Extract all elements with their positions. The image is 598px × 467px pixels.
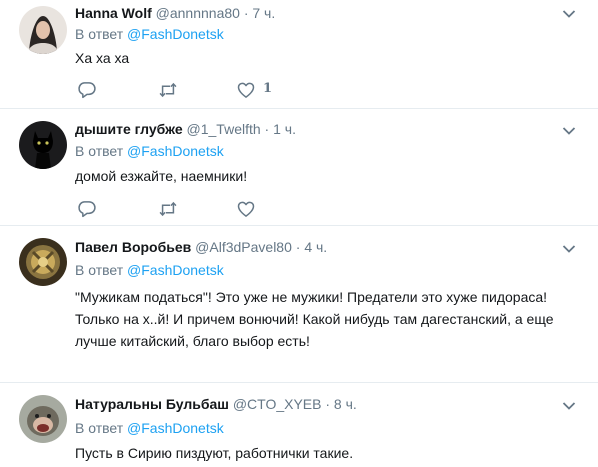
avatar[interactable] xyxy=(19,238,67,286)
tweet[interactable]: Павел Воробьев @Alf3dPavel80 · 4 ч. В от… xyxy=(0,226,598,382)
reply-prefix: В ответ xyxy=(75,143,124,159)
reply-prefix: В ответ xyxy=(75,262,124,278)
reply-context: В ответ @FashDonetsk xyxy=(75,419,224,437)
reply-context: В ответ @FashDonetsk xyxy=(75,261,224,279)
tweet-text: Пусть в Сирию пиздуют, работнички такие. xyxy=(75,445,354,461)
chevron-down-icon[interactable] xyxy=(562,9,576,19)
tweet-time[interactable]: · 1 ч. xyxy=(265,121,296,137)
reply-context: В ответ @FashDonetsk xyxy=(75,142,224,160)
avatar[interactable] xyxy=(19,6,67,54)
reply-to-link[interactable]: @FashDonetsk xyxy=(127,143,224,159)
chevron-down-icon[interactable] xyxy=(562,401,576,411)
chevron-down-icon[interactable] xyxy=(562,126,576,136)
reply-to-link[interactable]: @FashDonetsk xyxy=(127,26,224,42)
author-name[interactable]: Натуральны Бульбаш xyxy=(75,396,229,412)
tweet-text: "Мужикам податься"! Это уже не мужики! П… xyxy=(75,286,580,352)
tweet-time[interactable]: · 8 ч. xyxy=(325,396,356,412)
reply-icon[interactable] xyxy=(77,199,97,219)
tweet-text-line: лучше китайский, благо выбор есть! xyxy=(75,333,310,349)
tweet-text-line: Только на х..й! И причем вонючий! Какой … xyxy=(75,311,554,327)
author-handle[interactable]: @1_Twelfth xyxy=(187,121,261,137)
retweet-icon[interactable] xyxy=(158,199,178,219)
tweet-text: домой езжайте, наемники! xyxy=(75,168,248,184)
tweet-text-line: "Мужикам податься"! Это уже не мужики! П… xyxy=(75,289,548,305)
retweet-icon[interactable] xyxy=(158,80,178,100)
tweet[interactable]: Натуральны Бульбаш @CTO_XYEB · 8 ч. В от… xyxy=(0,383,598,467)
reply-icon[interactable] xyxy=(77,80,97,100)
author-handle[interactable]: @CTO_XYEB xyxy=(233,396,322,412)
reply-prefix: В ответ xyxy=(75,420,124,436)
chevron-down-icon[interactable] xyxy=(562,244,576,254)
reply-prefix: В ответ xyxy=(75,26,124,42)
author-name[interactable]: дышите глубже xyxy=(75,121,183,137)
author-name[interactable]: Павел Воробьев xyxy=(75,239,191,255)
tweet[interactable]: Hanna Wolf @annnnna80 · 7 ч. В ответ @Fa… xyxy=(0,0,598,108)
author-handle[interactable]: @Alf3dPavel80 xyxy=(195,239,292,255)
like-icon[interactable] xyxy=(236,199,256,219)
avatar[interactable] xyxy=(19,395,67,443)
tweet-time[interactable]: · 4 ч. xyxy=(296,239,327,255)
like-count: 1 xyxy=(263,81,273,96)
reply-to-link[interactable]: @FashDonetsk xyxy=(127,420,224,436)
tweet-time[interactable]: · 7 ч. xyxy=(244,5,275,21)
author-handle[interactable]: @annnnna80 xyxy=(156,5,240,21)
reply-to-link[interactable]: @FashDonetsk xyxy=(127,262,224,278)
like-icon[interactable] xyxy=(236,80,256,100)
avatar[interactable] xyxy=(19,121,67,169)
tweet-text: Ха ха ха xyxy=(75,50,130,66)
reply-context: В ответ @FashDonetsk xyxy=(75,25,224,43)
author-name[interactable]: Hanna Wolf xyxy=(75,5,152,21)
tweet[interactable]: дышите глубже @1_Twelfth · 1 ч. В ответ … xyxy=(0,109,598,225)
